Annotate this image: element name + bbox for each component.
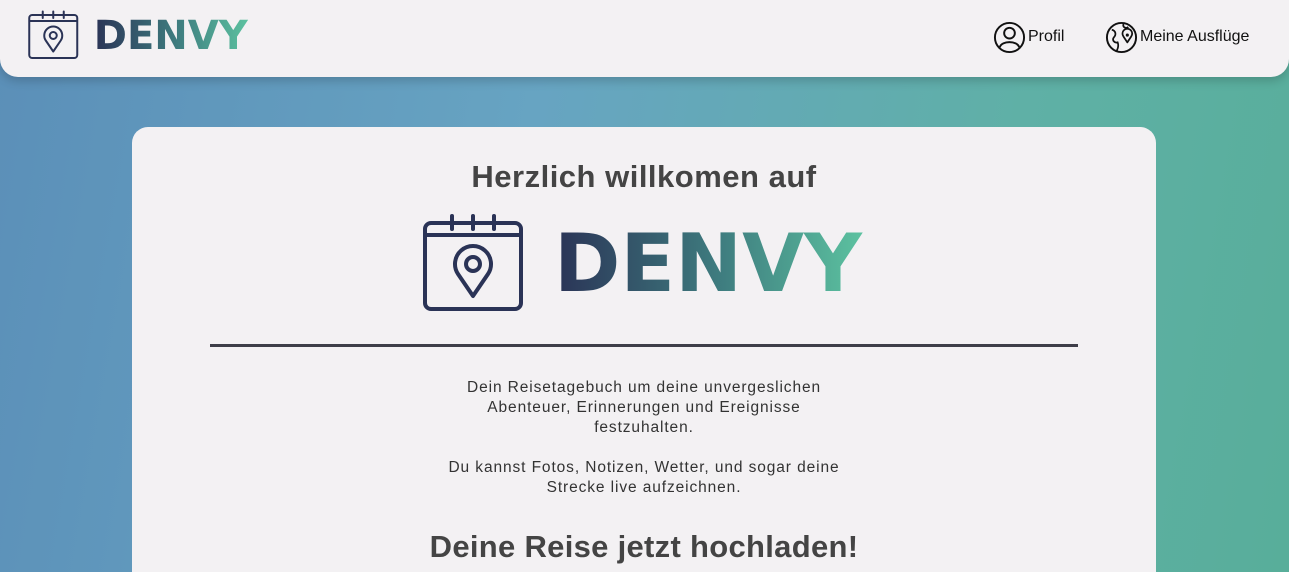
description-paragraph-2: Du kannst Fotos, Notizen, Wetter, und so… xyxy=(132,458,1156,498)
description-line: Abenteuer, Erinnerungen und Ereignisse xyxy=(487,399,801,416)
description-line: Strecke live aufzeichnen. xyxy=(546,479,742,496)
nav-trips-label: Meine Ausflüge xyxy=(1140,28,1250,45)
brand-wordmark: DENVY xyxy=(94,13,249,59)
denvy-logo-large: DENVY xyxy=(423,214,863,311)
welcome-card: Herzlich willkomen auf DENVY Dein Reiset… xyxy=(132,127,1156,572)
calendar-pin-icon xyxy=(28,10,79,59)
nav-profile-label: Profil xyxy=(1028,28,1065,45)
nav-profile-link[interactable]: Profil xyxy=(993,21,1064,53)
user-circle-icon xyxy=(993,21,1026,53)
upload-heading: Deine Reise jetzt hochladen! xyxy=(429,529,859,564)
top-navbar: DENVY Profil Meine Ausflüge xyxy=(0,0,1289,77)
nav-trips-link[interactable]: Meine Ausflüge xyxy=(1105,21,1249,53)
divider xyxy=(210,344,1078,347)
welcome-heading: Herzlich willkomen auf xyxy=(471,159,817,194)
calendar-pin-icon xyxy=(423,214,523,311)
description-line: festzuhalten. xyxy=(594,419,694,436)
denvy-logo[interactable]: DENVY xyxy=(27,10,251,60)
description-paragraph-1: Dein Reisetagebuch um deine unvergeslich… xyxy=(132,378,1156,438)
description-line: Dein Reisetagebuch um deine unvergeslich… xyxy=(466,379,822,396)
brand-wordmark-large: DENVY xyxy=(554,217,863,310)
globe-pin-icon xyxy=(1105,21,1138,53)
description-line: Du kannst Fotos, Notizen, Wetter, und so… xyxy=(448,459,840,476)
